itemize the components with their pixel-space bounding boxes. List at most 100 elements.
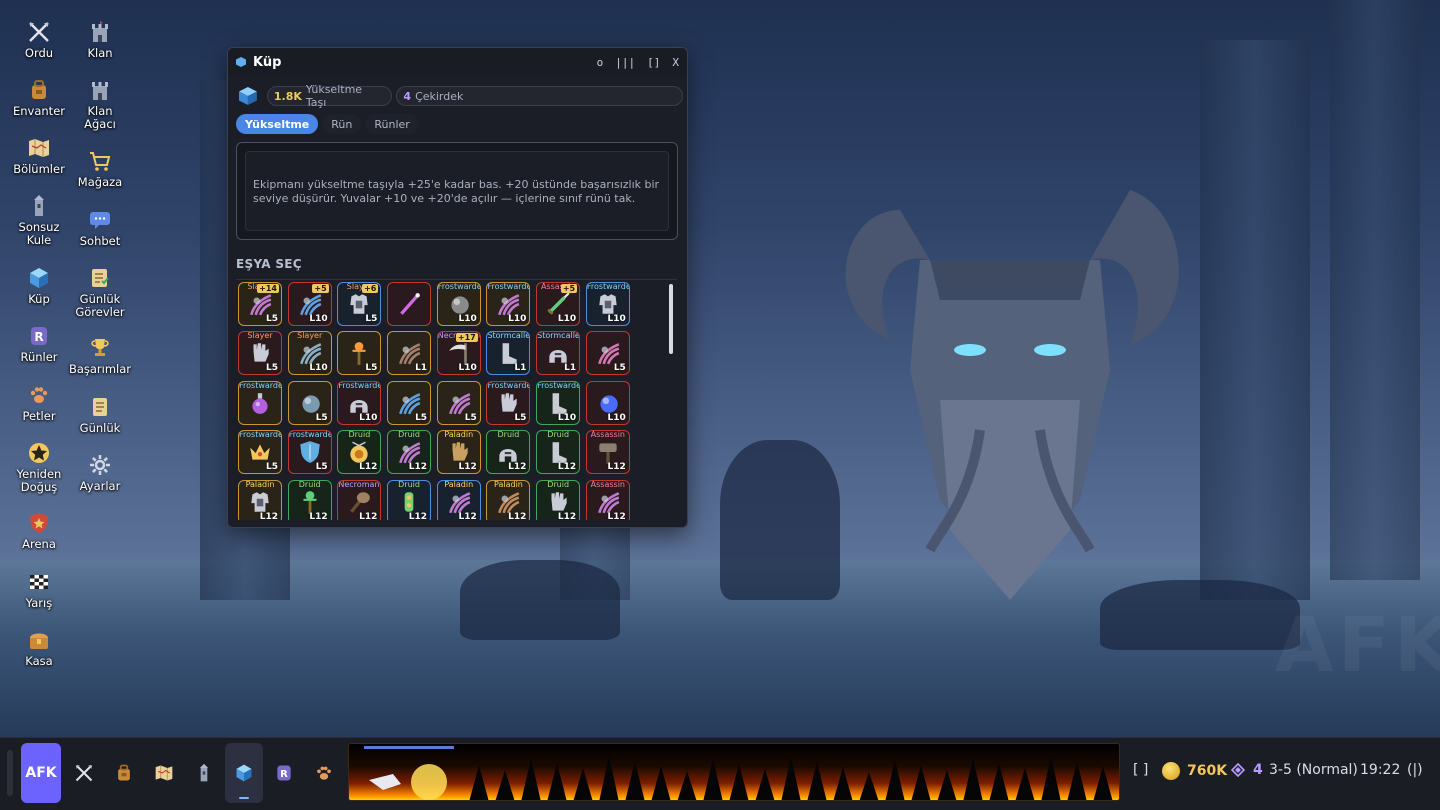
item-slot[interactable]: Assassin L12: [585, 479, 630, 520]
desktop-icon-label: Yeniden Doğuş: [16, 467, 62, 494]
item-slot[interactable]: Paladin L12: [486, 479, 531, 520]
item-slot[interactable]: Frostwarden: [238, 380, 282, 425]
item-slot[interactable]: Frostwarden L5: [238, 430, 282, 475]
item-slot[interactable]: L5: [436, 380, 481, 425]
cart-icon: [90, 152, 111, 171]
taskbar-handle[interactable]: [7, 750, 13, 796]
item-slot[interactable]: Assassin L12: [585, 430, 630, 475]
item-level: L12: [259, 511, 278, 520]
layout-toggle-button[interactable]: [ ]: [1133, 762, 1148, 778]
desktop-icon-ayarlar[interactable]: Ayarlar: [65, 453, 135, 493]
desktop-icon-klan[interactable]: Klan: [65, 20, 135, 60]
item-level: L1: [514, 363, 527, 374]
taskbar-app-bolumler[interactable]: [145, 743, 183, 803]
item-slot[interactable]: Druid L12: [387, 479, 432, 520]
item-slot[interactable]: L1: [387, 331, 432, 376]
desktop-icon-sohbet[interactable]: Sohbet: [65, 208, 135, 248]
item-slot[interactable]: Druid L12: [287, 479, 332, 520]
item-slot[interactable]: L5: [585, 331, 630, 376]
desktop-icon-envanter[interactable]: Envanter: [4, 78, 74, 118]
item-slot[interactable]: Druid L12: [337, 430, 382, 475]
item-slot[interactable]: Druid L12: [486, 430, 531, 475]
item-slot[interactable]: Frostwarden L10: [436, 282, 481, 326]
item-slot[interactable]: Frostwarden L10: [536, 380, 581, 425]
gem-counter: 4: [1231, 762, 1263, 778]
window-title: Küp: [253, 54, 282, 70]
item-slot[interactable]: Stormcaller L1: [486, 331, 531, 376]
item-slot[interactable]: Slayer L10: [287, 331, 332, 376]
item-slot[interactable]: Necromancer L12: [337, 479, 382, 520]
item-slot[interactable]: Druid L12: [536, 430, 581, 475]
upgrade-stone-label: Yükseltme Taşı: [305, 83, 363, 109]
desktop-icon-kasa[interactable]: Kasa: [4, 628, 74, 668]
item-grid-viewport[interactable]: Slayer +14 L5 +5 L10 Slayer +6 L5 Frostwarden L10…: [236, 279, 677, 520]
item-slot[interactable]: L5: [387, 380, 432, 425]
item-slot[interactable]: Assassin +5 L10: [536, 282, 581, 326]
item-slot[interactable]: Frostwarden L5: [486, 380, 531, 425]
taskbar-app-envanter[interactable]: [105, 743, 143, 803]
desktop-icon-gunluk-gorevler[interactable]: Günlük Görevler: [65, 266, 135, 318]
desktop-icon-label: Sonsuz Kule: [18, 220, 60, 247]
desktop-icon-basarimlar[interactable]: Başarımlar: [65, 336, 135, 376]
item-level: L1: [564, 363, 577, 374]
desktop-icon-yaris[interactable]: Yarış: [4, 570, 74, 610]
item-grid-scrollbar[interactable]: [669, 284, 673, 354]
desktop-icon-runler[interactable]: R Rünler: [4, 324, 74, 364]
desktop-icon-gunluk[interactable]: Günlük: [65, 395, 135, 435]
taskbar-app-ordu[interactable]: [65, 743, 103, 803]
game-preview-strip[interactable]: [348, 743, 1120, 801]
item-slot[interactable]: Druid L12: [387, 430, 432, 475]
item-slot[interactable]: +5 L10: [287, 282, 332, 326]
desktop-icon-arena[interactable]: Arena: [4, 511, 74, 551]
item-slot[interactable]: L5: [337, 331, 382, 376]
window-maximize-button[interactable]: []: [647, 56, 660, 69]
desktop-icon-magaza[interactable]: Mağaza: [65, 149, 135, 189]
system-tray-button[interactable]: (|): [1407, 762, 1423, 778]
afk-start-button[interactable]: AFK: [21, 743, 61, 803]
desktop-icon-label: Günlük: [79, 421, 121, 435]
item-slot[interactable]: Slayer+14L5: [238, 282, 282, 326]
desktop-icon-kup[interactable]: Küp: [4, 266, 74, 306]
item-slot[interactable]: Slayer L5: [238, 331, 282, 376]
item-slot[interactable]: Druid L12: [536, 479, 581, 520]
item-slot[interactable]: Paladin L12: [436, 430, 481, 475]
tab-runler[interactable]: Rünler: [365, 114, 419, 134]
upgrade-stone-amount: 1.8K: [273, 89, 302, 103]
tab-run[interactable]: Rün: [322, 114, 362, 134]
item-slot[interactable]: L10: [585, 380, 630, 425]
item-level: L10: [309, 363, 328, 374]
desktop-icon-sonsuz-kule[interactable]: Sonsuz Kule: [4, 194, 74, 246]
item-level: L12: [508, 462, 527, 473]
item-class-label: Druid: [547, 479, 570, 489]
item-slot[interactable]: Stormcaller L1: [536, 331, 581, 376]
desktop-icon-bolumler[interactable]: Bölümler: [4, 136, 74, 176]
item-level: L12: [309, 511, 328, 520]
taskbar-app-kup[interactable]: [225, 743, 263, 803]
item-class-label: Paladin: [494, 479, 523, 489]
taskbar-app-runler[interactable]: R: [265, 743, 303, 803]
item-slot[interactable]: Frostwarden L10: [337, 380, 382, 425]
taskbar-app-petler[interactable]: [305, 743, 343, 803]
paw-icon: [30, 387, 48, 403]
item-slot[interactable]: Paladin L12: [436, 479, 481, 520]
item-slot[interactable]: Frostwarden L5: [287, 430, 332, 475]
item-slot[interactable]: Necromancer+17L10: [436, 331, 481, 376]
desktop-icon-petler[interactable]: Petler: [4, 383, 74, 423]
item-slot[interactable]: Slayer +6 L5: [337, 282, 382, 326]
taskbar-app-sonsuz-kule[interactable]: [185, 743, 223, 803]
window-pin-button[interactable]: |||: [615, 56, 635, 69]
item-slot[interactable]: L5: [287, 380, 332, 425]
item-class-label: Paladin: [444, 479, 474, 489]
item-slot[interactable]: [387, 282, 432, 326]
tab-yukseltme[interactable]: Yükseltme: [236, 114, 319, 134]
desktop-icon-klan-agaci[interactable]: Klan Ağacı: [65, 78, 135, 130]
desktop-icon-ordu[interactable]: Ordu: [4, 20, 74, 60]
window-close-button[interactable]: X: [672, 56, 679, 69]
item-slot[interactable]: Frostwarden L10: [486, 282, 531, 326]
item-slot[interactable]: Frostwarden L10: [585, 282, 630, 326]
window-option-button[interactable]: o: [597, 56, 604, 69]
item-class-label: Frostwarden: [537, 380, 579, 390]
item-slot[interactable]: Paladin L12: [238, 479, 282, 520]
window-titlebar[interactable]: Küp o ||| [] X: [228, 48, 687, 76]
desktop-icon-yeniden-dogus[interactable]: Yeniden Doğuş: [4, 441, 74, 493]
